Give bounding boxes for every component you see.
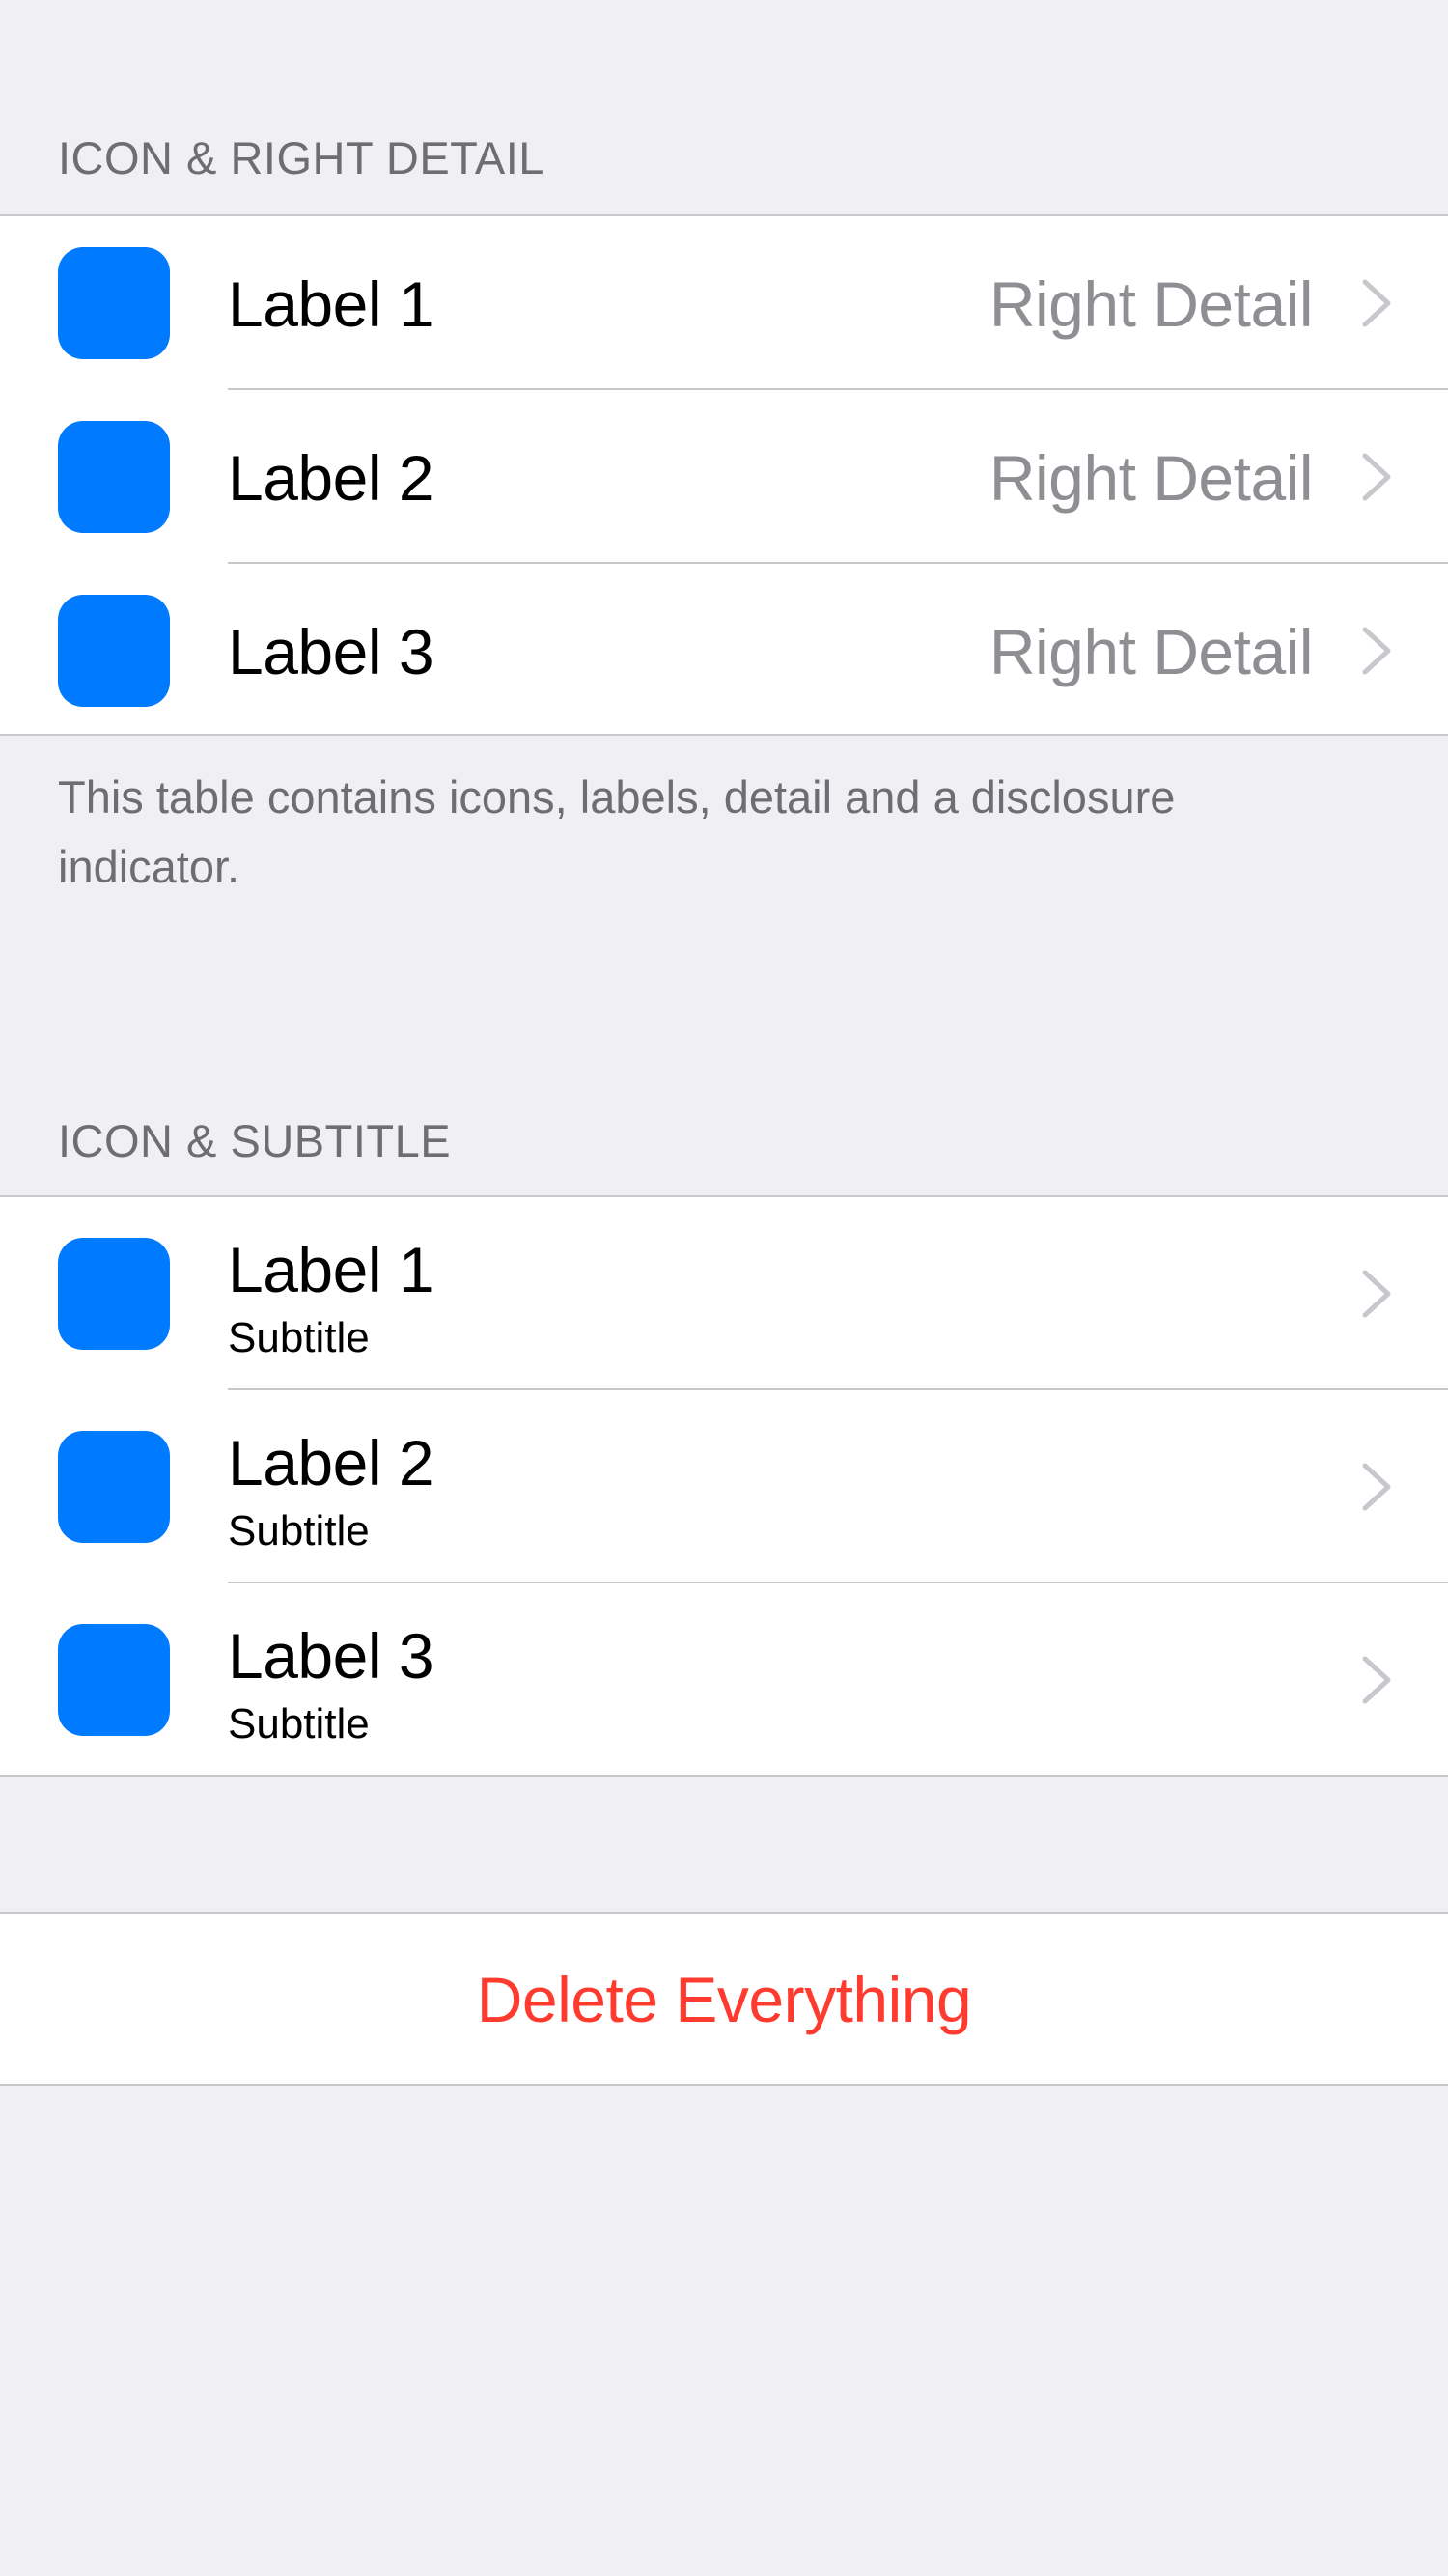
row-icon	[58, 1431, 170, 1543]
table-row[interactable]: Label 2 Right Detail	[0, 390, 1448, 564]
chevron-right-icon	[1362, 627, 1391, 675]
section-footer-text: This table contains icons, labels, detai…	[58, 771, 1176, 892]
chevron-right-icon	[1362, 453, 1391, 501]
row-icon	[58, 247, 170, 359]
row-subtitle: Subtitle	[228, 1700, 370, 1748]
row-icon	[58, 1624, 170, 1736]
row-icon	[58, 421, 170, 533]
row-label: Label 2	[228, 1427, 434, 1498]
chevron-right-icon	[1362, 1270, 1391, 1318]
table-row[interactable]: Label 1 Right Detail	[0, 216, 1448, 390]
row-right-detail: Right Detail	[989, 616, 1314, 687]
section-header-subtitle: ICON & SUBTITLE	[58, 1115, 452, 1166]
table-row[interactable]: Label 3 Right Detail	[0, 564, 1448, 734]
row-label: Label 3	[228, 616, 434, 687]
row-subtitle: Subtitle	[228, 1314, 370, 1361]
row-subtitle: Subtitle	[228, 1507, 370, 1554]
table-row[interactable]: Label 1 Subtitle	[0, 1197, 1448, 1390]
delete-everything-button[interactable]: Delete Everything	[0, 1912, 1448, 2086]
table-group-subtitle: Label 1 Subtitle Label 2 Subtitle Label …	[0, 1195, 1448, 1777]
row-label: Label 2	[228, 442, 434, 514]
row-label: Label 1	[228, 1234, 434, 1305]
delete-everything-label: Delete Everything	[476, 1964, 972, 2035]
table-group-right-detail: Label 1 Right Detail Label 2 Right Detai…	[0, 214, 1448, 736]
row-icon	[58, 595, 170, 707]
chevron-right-icon	[1362, 1463, 1391, 1511]
chevron-right-icon	[1362, 279, 1391, 327]
row-right-detail: Right Detail	[989, 268, 1314, 340]
table-row[interactable]: Label 2 Subtitle	[0, 1390, 1448, 1583]
section-header-right-detail: ICON & RIGHT DETAIL	[58, 132, 544, 183]
table-row[interactable]: Label 3 Subtitle	[0, 1583, 1448, 1771]
row-label: Label 1	[228, 268, 434, 340]
chevron-right-icon	[1362, 1656, 1391, 1704]
row-label: Label 3	[228, 1620, 434, 1692]
row-right-detail: Right Detail	[989, 442, 1314, 514]
row-icon	[58, 1238, 170, 1350]
